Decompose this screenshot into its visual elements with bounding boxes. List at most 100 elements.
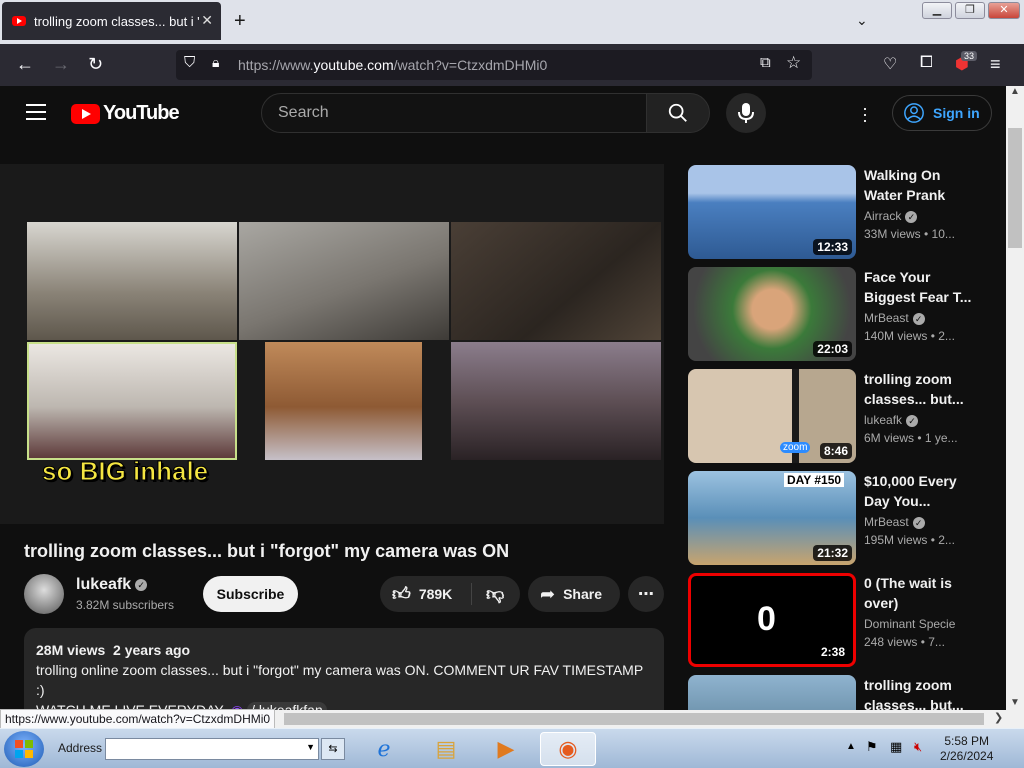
zoom-tile-5 (265, 342, 422, 460)
system-clock[interactable]: 5:58 PM 2/26/2024 (940, 734, 993, 764)
microphone-icon (738, 103, 754, 123)
sidebar-meta: 140M views • 2... (864, 329, 955, 343)
search-icon (668, 103, 687, 122)
sidebar-channel[interactable]: lukeafk ✓ (864, 413, 919, 427)
close-window-button[interactable]: ✕ (988, 2, 1020, 19)
search-input[interactable] (262, 94, 646, 132)
extensions-icon[interactable]: ⧠ (920, 54, 933, 72)
new-tab-icon[interactable]: + (234, 10, 246, 33)
view-count: 28M views (36, 642, 106, 658)
scroll-down-icon[interactable]: ▼ (1010, 697, 1020, 708)
zoom-tile-4 (27, 342, 237, 460)
channel-avatar[interactable] (24, 574, 64, 614)
minimize-button[interactable]: ▁ (922, 2, 952, 19)
video-title: trolling zoom classes... but i "forgot" … (24, 541, 510, 561)
tab-list-chevron-icon[interactable]: ⌄ (856, 12, 868, 29)
internet-explorer-icon[interactable]: ℯ (356, 732, 412, 766)
thumbnail-zero-label: 0 (757, 600, 776, 638)
scroll-up-icon[interactable]: ▲ (1010, 86, 1020, 97)
zoom-tile-3 (451, 222, 661, 340)
sidebar-channel[interactable]: Airrack ✓ (864, 209, 918, 223)
pocket-icon[interactable]: ♡ (883, 54, 897, 74)
thumbnail-day-label: DAY #150 (784, 473, 845, 487)
address-toolbar-input[interactable]: ▼ (105, 738, 319, 760)
url-bar[interactable]: ⛉ 🔒︎ https://www.youtube.com/watch?v=Ctz… (176, 50, 812, 80)
status-link-preview: https://www.youtube.com/watch?v=CtzxdmDH… (0, 709, 276, 729)
account-icon (904, 103, 924, 123)
like-button[interactable]: 👍︎ 789K (380, 583, 472, 605)
sidebar-video-6[interactable]: trolling zoom classes... but... (688, 675, 988, 710)
shield-icon[interactable]: ⛉ (184, 54, 195, 71)
action-center-flag-icon[interactable]: ⚑ (866, 739, 878, 755)
video-thumbnail[interactable]: 12:33 (688, 165, 856, 259)
lock-icon[interactable]: 🔒︎ (212, 54, 219, 71)
horizontal-scroll-thumb[interactable] (284, 713, 984, 725)
tab-title: trolling zoom classes... but i "fo (34, 13, 199, 29)
address-go-button[interactable]: ⇆ (321, 738, 345, 760)
sidebar-channel[interactable]: MrBeast ✓ (864, 311, 925, 325)
show-hidden-icons-icon[interactable]: ▲ (846, 741, 856, 752)
menu-icon[interactable]: ≡ (990, 54, 1001, 75)
search-button[interactable] (646, 93, 710, 133)
sidebar-video-title: 0 (The wait is over) (864, 575, 952, 611)
vertical-scrollbar[interactable]: ▲ ▼ (1006, 86, 1024, 710)
sidebar-video-4[interactable]: DAY #150 21:32 $10,000 Every Day You... M… (688, 471, 988, 565)
more-horizontal-icon: ⋯ (638, 586, 654, 603)
video-thumbnail[interactable]: DAY #150 21:32 (688, 471, 856, 565)
media-player-icon[interactable]: ▶ (478, 732, 534, 766)
dropdown-arrow-icon[interactable]: ▼ (306, 742, 315, 752)
sign-in-button[interactable]: Sign in (892, 95, 992, 131)
youtube-logo[interactable]: YouTube (71, 102, 180, 125)
sidebar-video-1[interactable]: 12:33 Walking On Water Prank Airrack ✓ 33M… (688, 165, 988, 259)
more-actions-button[interactable]: ⋯ (628, 576, 664, 612)
description-text: trolling online zoom classes... but i "f… (36, 662, 643, 698)
video-thumbnail[interactable]: 0 2:38 (688, 573, 856, 667)
youtube-play-icon (71, 103, 100, 124)
volume-muted-icon[interactable]: 🔇︎ (914, 739, 922, 755)
dislike-button[interactable]: 👎︎ (472, 583, 504, 605)
youtube-page: YouTube ··· Sign in so BIG inhale trolli… (0, 86, 1006, 710)
sidebar-video-2[interactable]: 22:03 Face Your Biggest Fear T... MrBeast… (688, 267, 988, 361)
bookmark-star-icon[interactable]: ☆ (786, 53, 801, 73)
picture-in-picture-icon[interactable]: ⧉ (760, 54, 771, 71)
sidebar-meta: 6M views • 1 ye... (864, 431, 958, 445)
search-box[interactable] (261, 93, 647, 133)
firefox-icon[interactable]: ◉ (540, 732, 596, 766)
back-icon[interactable]: ← (16, 54, 34, 75)
sidebar-video-5[interactable]: 0 2:38 0 (The wait is over) Dominant Spec… (688, 573, 988, 667)
tab-youtube[interactable]: trolling zoom classes... but i "fo ✕ (2, 2, 221, 40)
browser-nav-bar: ← → ↻ ⛉ 🔒︎ https://www.youtube.com/watch… (0, 44, 1024, 86)
maximize-button[interactable]: ❐ (955, 2, 985, 19)
zoom-logo-label: zoom (780, 442, 811, 453)
tab-close-icon[interactable]: ✕ (201, 12, 213, 29)
reload-icon[interactable]: ↻ (88, 54, 103, 75)
zoom-tile-2 (239, 222, 449, 340)
browser-tab-bar: trolling zoom classes... but i "fo ✕ + ⌄… (0, 0, 1024, 44)
address-toolbar-label: Address (58, 741, 103, 755)
channel-name[interactable]: lukeafk ✓ (76, 576, 148, 594)
video-thumbnail[interactable]: 22:03 (688, 267, 856, 361)
start-button[interactable] (4, 731, 44, 767)
zoom-tile-1 (27, 222, 237, 340)
video-thumbnail[interactable]: zoom 8:46 (688, 369, 856, 463)
scroll-thumb[interactable] (1008, 128, 1022, 248)
share-button[interactable]: ➦ Share (528, 576, 620, 612)
extension-badge: 33 (961, 51, 978, 61)
forward-icon[interactable]: → (52, 54, 70, 75)
sidebar-meta: 33M views • 10... (864, 227, 955, 241)
verified-check-icon: ✓ (906, 414, 919, 427)
settings-more-icon[interactable]: · · · (862, 99, 868, 129)
sidebar-channel[interactable]: Dominant Specie (864, 617, 955, 631)
scroll-right-icon[interactable]: ❯ (994, 711, 1003, 724)
sidebar-video-title: trolling zoom classes... but... (864, 677, 964, 710)
guide-menu-icon[interactable] (26, 104, 46, 125)
url-text[interactable]: https://www.youtube.com/watch?v=CtzxdmDH… (238, 57, 547, 73)
video-thumbnail[interactable] (688, 675, 856, 710)
network-icon[interactable]: ▦ (890, 739, 902, 755)
file-explorer-icon[interactable]: ▤ (418, 732, 474, 766)
subscribe-button[interactable]: Subscribe (203, 576, 298, 612)
sidebar-video-3[interactable]: zoom 8:46 trolling zoom classes... but...… (688, 369, 988, 463)
sidebar-channel[interactable]: MrBeast ✓ (864, 515, 925, 529)
description-box[interactable]: 28M views 2 years ago trolling online zo… (24, 628, 664, 710)
voice-search-button[interactable] (726, 93, 766, 133)
